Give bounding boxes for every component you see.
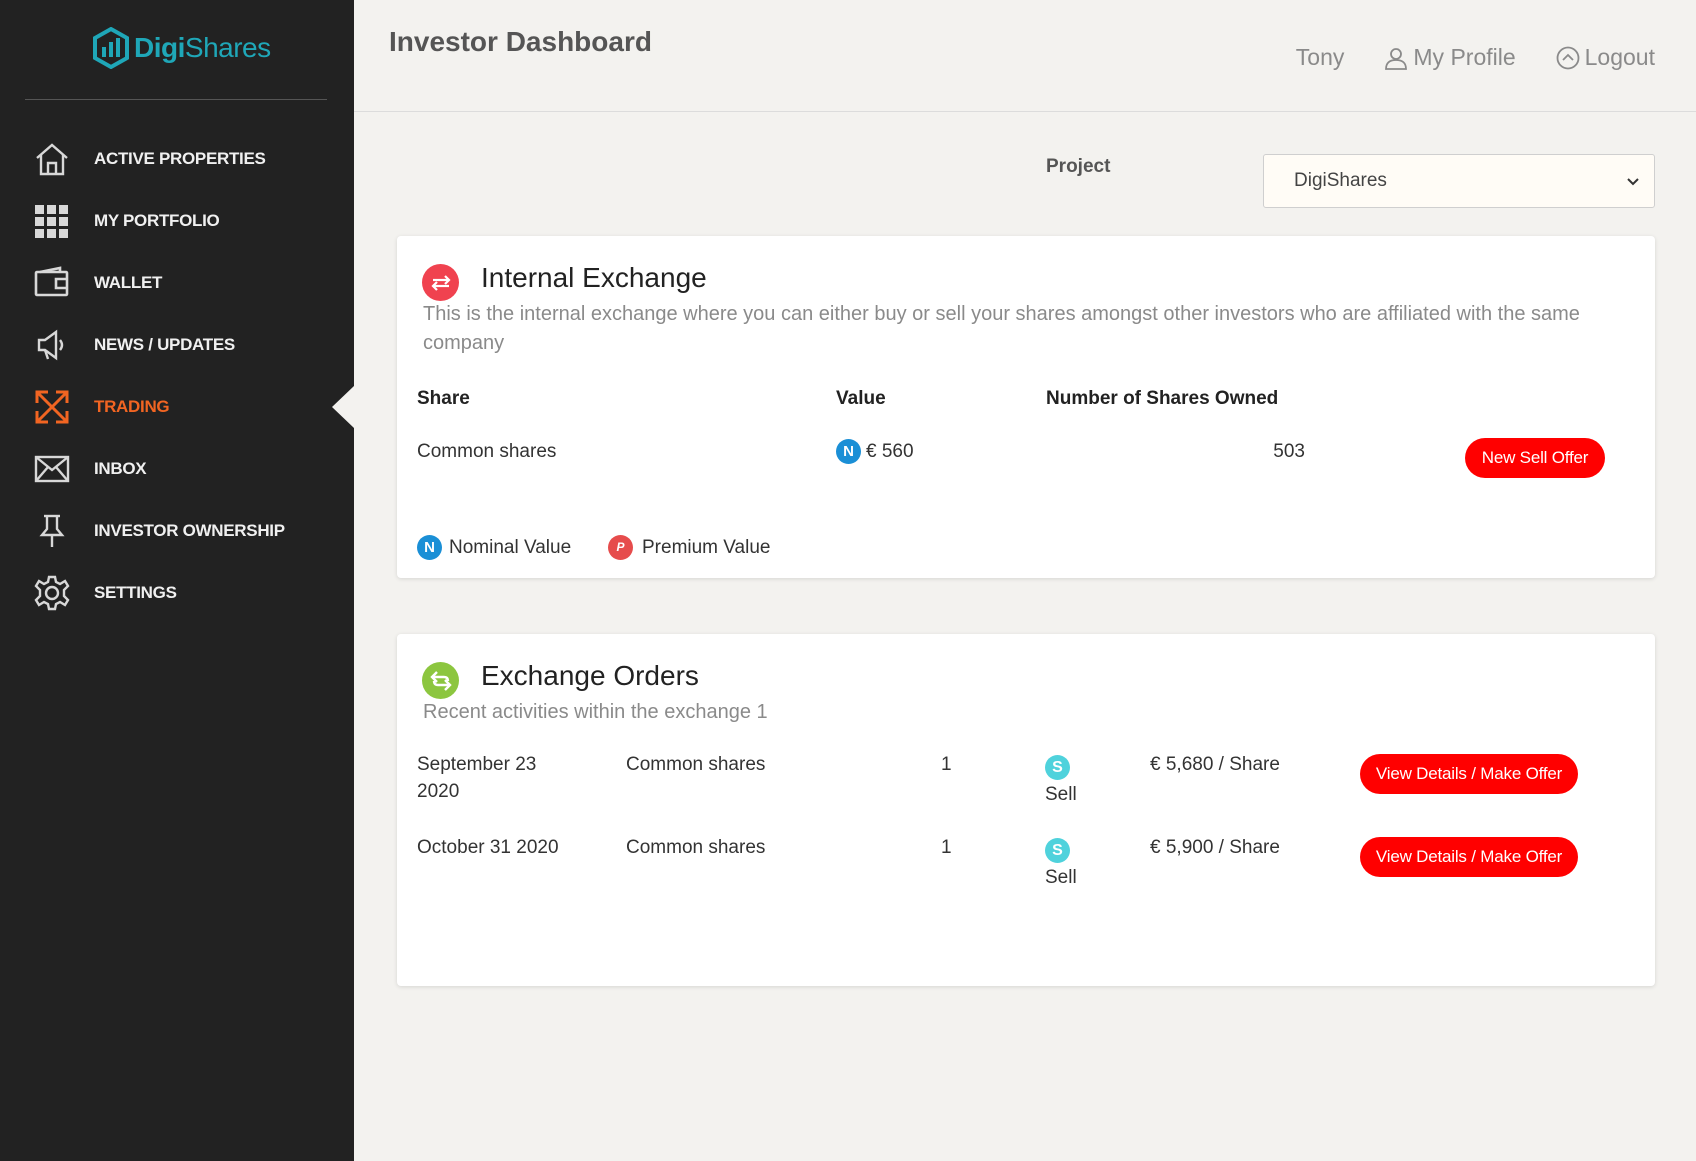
order-date-line2: 2020 xyxy=(417,781,460,802)
sidebar-item-label: WALLET xyxy=(94,273,163,292)
sidebar-item-inbox[interactable]: INBOX xyxy=(0,438,354,500)
user-icon xyxy=(1385,47,1408,70)
sidebar-nav: ACTIVE PROPERTIES MY PORTFOLIO WALLET NE… xyxy=(0,128,354,624)
view-details-make-offer-button[interactable]: View Details / Make Offer xyxy=(1360,837,1578,877)
logout-link[interactable]: Logout xyxy=(1556,44,1655,71)
nominal-badge: N xyxy=(836,439,861,464)
order-quantity: 1 xyxy=(941,837,952,858)
sidebar-item-investor-ownership[interactable]: INVESTOR OWNERSHIP xyxy=(0,500,354,562)
view-details-make-offer-button[interactable]: View Details / Make Offer xyxy=(1360,754,1578,794)
sidebar-item-settings[interactable]: SETTINGS xyxy=(0,562,354,624)
exchange-orders-title: Exchange Orders xyxy=(481,660,699,691)
order-price: € 5,680 / Share xyxy=(1150,754,1280,775)
sidebar: DigiShares ACTIVE PROPERTIES MY PORTFOLI… xyxy=(0,0,354,1161)
logo-icon xyxy=(93,27,129,69)
sidebar-item-my-portfolio[interactable]: MY PORTFOLIO xyxy=(0,190,354,252)
pin-icon xyxy=(34,513,70,549)
sidebar-item-label: MY PORTFOLIO xyxy=(94,211,220,230)
order-type-label: Sell xyxy=(1045,784,1077,805)
chevron-down-icon xyxy=(1627,178,1639,186)
sidebar-item-trading[interactable]: TRADING xyxy=(0,376,354,438)
my-profile-link[interactable]: My Profile xyxy=(1384,44,1516,71)
sidebar-item-label: ACTIVE PROPERTIES xyxy=(94,149,266,168)
sell-badge: S xyxy=(1045,755,1070,781)
exchange-orders-card: Exchange Orders Recent activities within… xyxy=(397,634,1655,986)
order-type: S Sell xyxy=(1045,754,1077,808)
wallet-icon xyxy=(34,265,70,301)
order-share: Common shares xyxy=(626,837,766,858)
share-value-amount: € 560 xyxy=(866,441,914,462)
legend-premium: P Premium Value xyxy=(608,534,770,561)
page-title: Investor Dashboard xyxy=(389,26,652,57)
sidebar-item-label: INBOX xyxy=(94,459,147,478)
column-header-shares-owned: Number of Shares Owned xyxy=(1046,388,1279,409)
megaphone-icon xyxy=(34,327,70,363)
share-name: Common shares xyxy=(417,441,557,462)
column-header-share: Share xyxy=(417,388,470,409)
gear-icon xyxy=(34,575,70,611)
order-date-line1: September 23 xyxy=(417,754,537,775)
legend-premium-label: Premium Value xyxy=(642,537,771,558)
internal-exchange-title: Internal Exchange xyxy=(481,262,707,293)
header-user-menu: Tony My Profile Logout xyxy=(1256,44,1655,71)
sell-badge: S xyxy=(1045,838,1070,864)
sidebar-item-news-updates[interactable]: NEWS / UPDATES xyxy=(0,314,354,376)
legend-nominal: N Nominal Value xyxy=(417,534,571,561)
exchange-orders-description: Recent activities within the exchange 1 xyxy=(423,701,768,723)
sidebar-item-wallet[interactable]: WALLET xyxy=(0,252,354,314)
order-price: € 5,900 / Share xyxy=(1150,837,1280,858)
project-select[interactable]: DigiShares xyxy=(1263,154,1655,208)
internal-exchange-card: Internal Exchange This is the internal e… xyxy=(397,236,1655,578)
new-sell-offer-button[interactable]: New Sell Offer xyxy=(1465,438,1605,478)
orders-swap-icon xyxy=(422,662,459,699)
share-value: N € 560 xyxy=(836,438,914,465)
column-header-value: Value xyxy=(836,388,886,409)
nominal-badge: N xyxy=(417,535,442,560)
sidebar-item-active-properties[interactable]: ACTIVE PROPERTIES xyxy=(0,128,354,190)
order-type-label: Sell xyxy=(1045,867,1077,888)
logout-label: Logout xyxy=(1584,44,1655,70)
order-date: September 23 2020 xyxy=(417,751,536,805)
username-label[interactable]: Tony xyxy=(1296,44,1345,71)
brand-name-shares: Shares xyxy=(184,32,271,63)
brand-name-digi: Digi xyxy=(134,32,185,63)
top-header: Investor Dashboard Tony My Profile Logou… xyxy=(354,0,1696,112)
sidebar-item-label: SETTINGS xyxy=(94,583,177,602)
sidebar-item-label: TRADING xyxy=(94,397,170,416)
legend-nominal-label: Nominal Value xyxy=(449,537,572,558)
order-type: S Sell xyxy=(1045,837,1077,891)
order-date-line1: October 31 2020 xyxy=(417,837,559,858)
envelope-icon xyxy=(34,451,70,487)
brand-logo[interactable]: DigiShares xyxy=(92,26,271,70)
sidebar-item-label: INVESTOR OWNERSHIP xyxy=(94,521,285,540)
shares-owned-count: 503 xyxy=(1273,441,1305,462)
exchange-arrows-icon xyxy=(422,264,459,301)
home-icon xyxy=(34,141,70,177)
order-quantity: 1 xyxy=(941,754,952,775)
active-indicator xyxy=(332,386,354,428)
sidebar-divider xyxy=(25,99,327,100)
order-date: October 31 2020 xyxy=(417,834,559,861)
project-select-value: DigiShares xyxy=(1294,170,1387,191)
project-label: Project xyxy=(1046,156,1111,177)
premium-badge: P xyxy=(608,535,633,560)
order-share: Common shares xyxy=(626,754,766,775)
sidebar-item-label: NEWS / UPDATES xyxy=(94,335,235,354)
my-profile-label: My Profile xyxy=(1413,44,1516,70)
logout-icon xyxy=(1556,46,1580,69)
internal-exchange-description: This is the internal exchange where you … xyxy=(423,303,1580,354)
shuffle-icon xyxy=(34,389,70,425)
grid-icon xyxy=(34,203,70,239)
